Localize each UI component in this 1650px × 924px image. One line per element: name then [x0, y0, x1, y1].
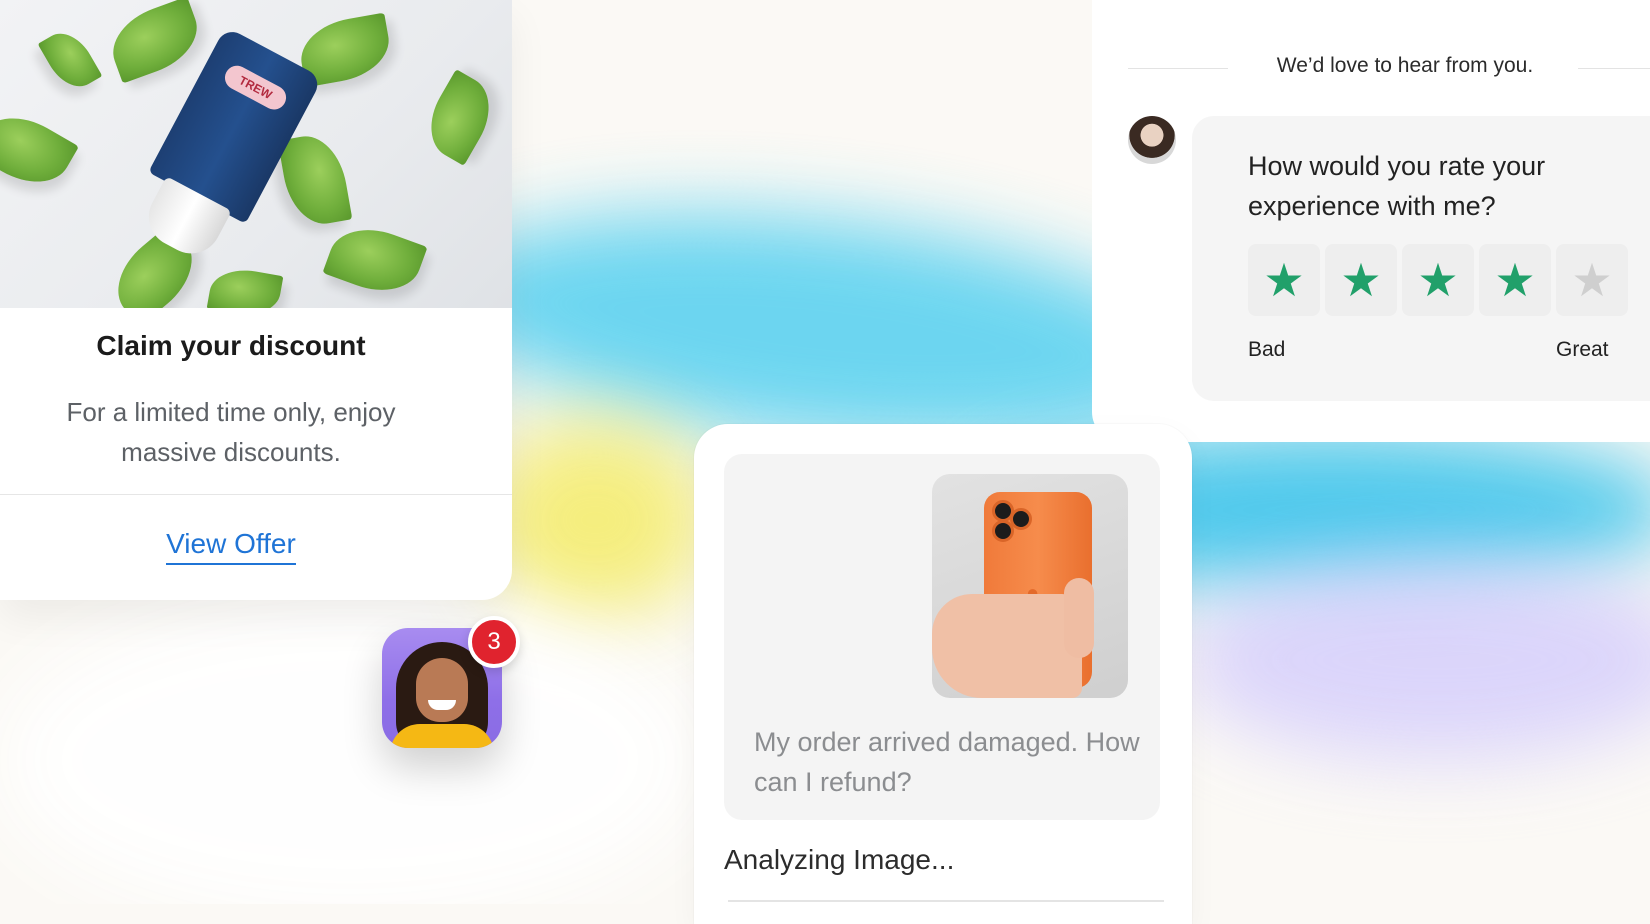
discount-card: TREW Claim your discount For a limited t…: [0, 0, 512, 600]
white-gradient-glow: [0, 600, 700, 904]
damaged-phone-image[interactable]: ●: [932, 474, 1128, 698]
analyzing-status: Analyzing Image...: [724, 844, 955, 875]
divider: [1128, 68, 1228, 69]
rating-high-label: Great: [1556, 338, 1609, 361]
rating-card: We’d love to hear from you. How would yo…: [1092, 0, 1650, 442]
rating-heading-text: We’d love to hear from you.: [1276, 54, 1534, 77]
mint-leaf: [416, 69, 504, 166]
rating-low-label: Bad: [1248, 338, 1286, 361]
star-1-button[interactable]: ★: [1248, 244, 1320, 316]
view-offer-button[interactable]: View Offer: [0, 528, 462, 565]
agent-avatar: [1128, 116, 1176, 164]
discount-title: Claim your discount: [96, 330, 366, 361]
mint-leaf: [206, 264, 284, 308]
mint-leaf: [102, 0, 208, 84]
yellow-gradient-band: [480, 420, 710, 620]
user-message-bubble: ● My order arrived damaged. How can I re…: [724, 454, 1160, 820]
chat-card: ● My order arrived damaged. How can I re…: [694, 424, 1192, 924]
mint-leaf: [277, 130, 353, 230]
mint-leaf: [322, 216, 428, 304]
mint-leaf: [0, 101, 79, 199]
star-4-button[interactable]: ★: [1479, 244, 1551, 316]
rating-message-bubble: How would you rate your experience with …: [1192, 116, 1650, 401]
rating-question: How would you rate your experience with …: [1248, 151, 1546, 221]
divider: [728, 900, 1164, 902]
user-message-text: My order arrived damaged. How can I refu…: [754, 727, 1140, 797]
rating-heading: We’d love to hear from you.: [1092, 54, 1650, 84]
mint-leaf: [37, 24, 103, 96]
star-5-button[interactable]: ★: [1556, 244, 1628, 316]
notification-badge: 3: [468, 616, 520, 668]
star-rating: ★ ★ ★ ★ ★: [1248, 244, 1628, 316]
hand: [932, 594, 1082, 698]
product-image: TREW: [0, 0, 512, 308]
star-3-button[interactable]: ★: [1402, 244, 1474, 316]
view-offer-label: View Offer: [166, 528, 296, 565]
discount-description: For a limited time only, enjoy massive d…: [66, 397, 396, 467]
star-2-button[interactable]: ★: [1325, 244, 1397, 316]
divider: [1578, 68, 1650, 69]
lavender-gradient-band: [1180, 560, 1650, 760]
divider: [0, 494, 512, 495]
